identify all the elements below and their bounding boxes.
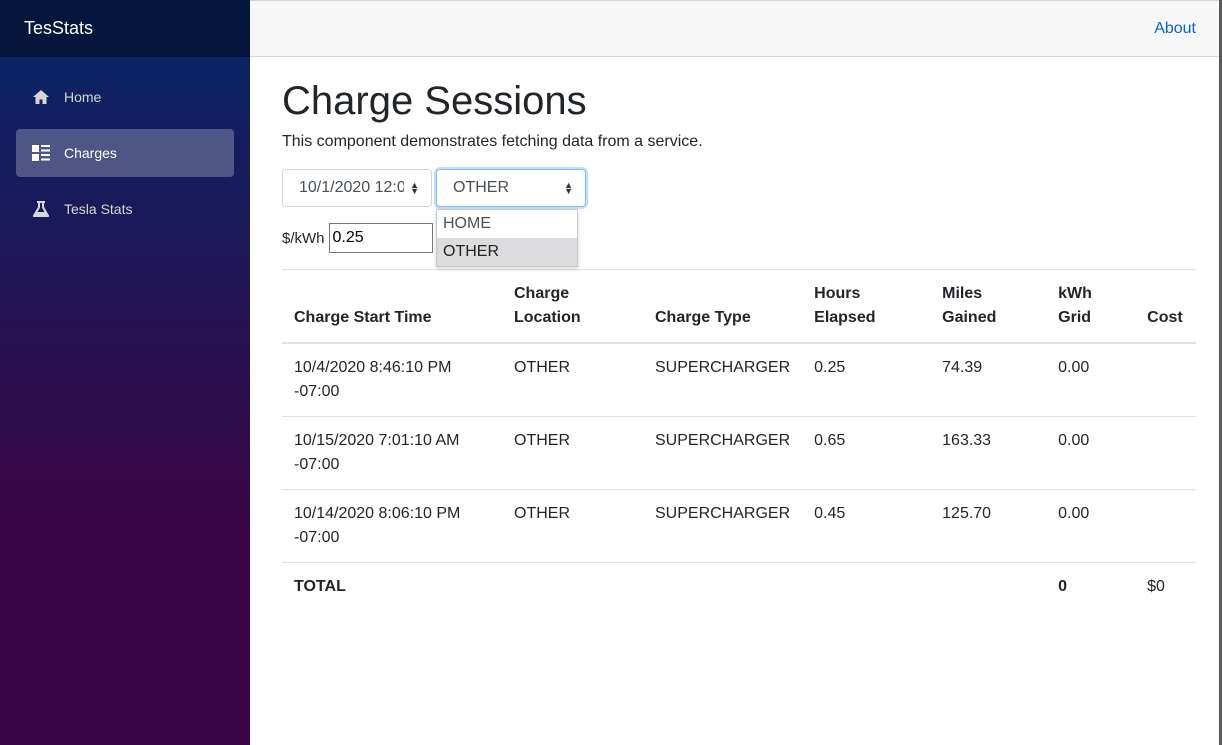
cell-type: SUPERCHARGER [643,489,803,563]
main-content: Charge Sessions This component demonstra… [282,57,1196,611]
rate-label: $/kWh [282,229,325,247]
cell-start-time: 10/14/2020 8:06:10 PM -07:00 [282,489,502,563]
beaker-icon [32,200,50,218]
sidebar-item-label: Tesla Stats [64,201,133,217]
page-subtitle: This component demonstrates fetching dat… [282,133,703,150]
sidebar: TesStats Home Charges Tesla Stats [0,0,250,745]
cell-hours: 0.65 [802,416,931,490]
start-date-select[interactable]: 10/1/2020 12:0 ▲ ▼ [282,169,432,207]
col-header: Charge Location [502,269,643,344]
cell-type: SUPERCHARGER [655,359,791,376]
brand-bar: TesStats [0,0,250,57]
top-row: About [250,0,1222,57]
sidebar-nav: Home Charges Tesla Stats [0,57,250,233]
cell-start-time: 10/15/2020 7:01:10 AM -07:00 [282,416,502,490]
location-option-other[interactable]: OTHER [437,238,577,266]
home-icon [32,88,50,106]
total-row: TOTAL 0 $0 [282,562,1196,611]
cell-miles: 125.70 [930,489,1047,563]
total-kwh: 0 [1046,562,1136,611]
sidebar-item-tesla-stats[interactable]: Tesla Stats [16,185,234,233]
location-dropdown: HOME OTHER [436,209,578,267]
location-value: OTHER [453,179,509,196]
cell-hours: 0.45 [802,489,931,563]
table-row: 10/14/2020 8:06:10 PM -07:00 OTHER SUPER… [282,489,1196,563]
filter-controls: 10/1/2020 12:0 ▲ ▼ OTHER ▲ ▼ [282,169,1196,207]
table-header-row: Charge Start Time Charge Location Charge… [282,269,1196,344]
table-row: 10/4/2020 8:46:10 PM -07:00 OTHER SUPERC… [282,343,1196,417]
empty-cell [802,562,931,611]
start-date-value: 10/1/2020 12:0 [299,179,405,196]
cell-start-time: 10/4/2020 8:46:10 PM -07:00 [294,359,452,400]
col-header: Charge Type [643,269,803,344]
location-select[interactable]: OTHER ▲ ▼ [436,169,586,207]
rate-row: $/kWh [282,223,1196,253]
cell-type: SUPERCHARGER [643,416,803,490]
page-title: Charge Sessions [282,79,587,123]
total-label: TOTAL [282,562,502,611]
cell-location: OTHER [502,416,643,490]
empty-cell [502,562,643,611]
charges-table: Charge Start Time Charge Location Charge… [282,269,1196,611]
total-cost: $0 [1135,562,1196,611]
app-brand[interactable]: TesStats [24,18,93,39]
cell-kwh: 0.00 [1046,416,1136,490]
cell-kwh: 0.00 [1046,489,1136,563]
empty-cell [930,562,1047,611]
col-header: Charge Start Time [282,269,502,344]
sidebar-item-label: Charges [64,145,117,161]
cell-miles: 74.39 [942,359,983,376]
cell-cost [1135,416,1196,490]
cell-hours: 0.25 [814,359,846,376]
cell-cost [1135,343,1196,417]
table-row: 10/15/2020 7:01:10 AM -07:00 OTHER SUPER… [282,416,1196,490]
sidebar-item-charges[interactable]: Charges [16,129,234,177]
cell-miles: 163.33 [930,416,1047,490]
empty-cell [643,562,803,611]
location-option-home[interactable]: HOME [437,210,577,238]
rate-input[interactable] [328,223,433,253]
cell-cost [1135,489,1196,563]
cell-location: OTHER [514,359,570,376]
sidebar-item-label: Home [64,89,102,105]
cell-kwh: 0.00 [1058,359,1090,376]
about-link[interactable]: About [1154,20,1196,38]
sidebar-item-home[interactable]: Home [16,73,234,121]
cell-location: OTHER [502,489,643,563]
col-header: Miles Gained [930,269,1047,344]
select-arrows-icon: ▲ ▼ [564,180,573,196]
select-arrows-icon: ▲ ▼ [410,180,419,196]
list-icon [32,144,50,162]
col-header: Cost [1135,269,1196,344]
col-header: kWh Grid [1046,269,1136,344]
col-header: Hours Elapsed [802,269,931,344]
